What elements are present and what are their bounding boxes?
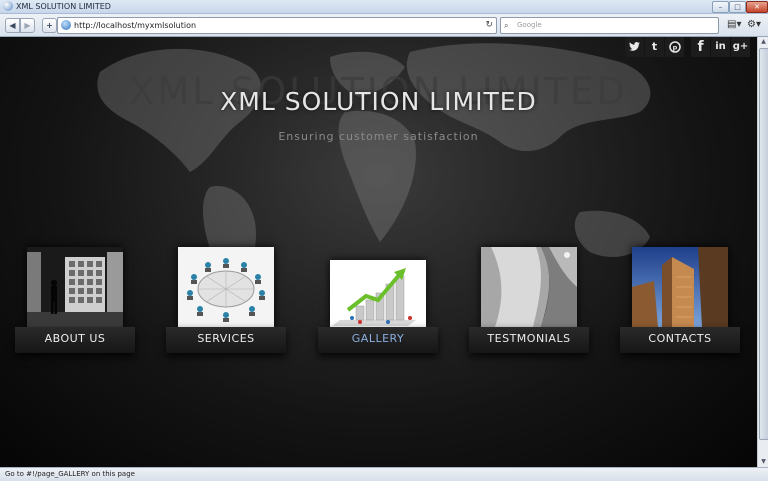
close-button[interactable]: ✕ xyxy=(746,1,768,13)
googleplus-icon[interactable]: g+ xyxy=(731,37,750,57)
add-button[interactable]: + xyxy=(42,18,57,33)
nav-tile-services[interactable]: SERVICES xyxy=(166,247,286,355)
window-title-bar: XML SOLUTION LIMITED – □ ✕ xyxy=(0,0,768,14)
scrollbar-thumb[interactable] xyxy=(759,48,768,440)
scroll-up-arrow[interactable]: ▲ xyxy=(758,37,768,47)
search-icon: ⌕ xyxy=(504,21,509,30)
scroll-down-arrow[interactable]: ▼ xyxy=(758,457,768,467)
site-tagline: Ensuring customer satisfaction xyxy=(278,130,479,143)
search-box[interactable]: ⌕ Google xyxy=(500,17,719,34)
browser-toolbar: ◀ ▶ + http://localhost/myxmlsolution ↻ ⌕… xyxy=(0,14,768,37)
nav-tile-gallery[interactable]: GALLERY xyxy=(318,247,438,355)
nav-tile-testmonials[interactable]: TESTMONIALS xyxy=(469,247,589,355)
pinterest-icon[interactable]: p xyxy=(665,37,684,57)
maximize-button[interactable]: □ xyxy=(729,1,746,13)
status-bar: Go to #!/page_GALLERY on this page xyxy=(0,467,768,481)
vertical-scrollbar[interactable]: ▲ ▼ xyxy=(757,37,768,467)
about-us-image[interactable] xyxy=(27,247,123,327)
reload-icon[interactable]: ↻ xyxy=(485,18,493,33)
forward-button[interactable]: ▶ xyxy=(20,18,35,33)
search-input[interactable]: Google xyxy=(517,18,542,33)
nav-label-testmonials[interactable]: TESTMONIALS xyxy=(469,332,589,345)
tumblr-icon[interactable]: t xyxy=(645,37,664,57)
nav-tile-about-us[interactable]: ABOUT US xyxy=(15,247,135,355)
testmonials-image[interactable] xyxy=(481,247,577,327)
twitter-icon[interactable] xyxy=(625,37,644,57)
address-bar[interactable]: http://localhost/myxmlsolution ↻ xyxy=(57,17,497,34)
minimize-button[interactable]: – xyxy=(712,1,729,13)
contacts-image[interactable] xyxy=(632,247,728,327)
nav-label-gallery[interactable]: GALLERY xyxy=(318,332,438,345)
back-button[interactable]: ◀ xyxy=(5,18,20,33)
page-menu-icon[interactable]: ▤▾ xyxy=(727,18,741,31)
tools-menu-icon[interactable]: ⚙▾ xyxy=(747,18,761,31)
window-title: XML SOLUTION LIMITED xyxy=(16,2,111,11)
nav-tile-contacts[interactable]: CONTACTS xyxy=(620,247,740,355)
site-title: XML SOLUTION LIMITED xyxy=(220,87,537,116)
nav-label-contacts[interactable]: CONTACTS xyxy=(620,332,740,345)
page-viewport: XML SOLUTION LIMITED XML SOLUTION LIMITE… xyxy=(0,37,757,467)
browser-app-icon xyxy=(3,1,13,11)
status-text: Go to #!/page_GALLERY on this page xyxy=(5,470,135,478)
linkedin-icon[interactable]: in xyxy=(711,37,730,57)
svg-text:p: p xyxy=(672,44,677,52)
globe-icon xyxy=(61,20,71,30)
gallery-image[interactable] xyxy=(330,260,426,327)
nav-label-services[interactable]: SERVICES xyxy=(166,332,286,345)
url-text[interactable]: http://localhost/myxmlsolution xyxy=(74,18,196,33)
services-image[interactable] xyxy=(178,247,274,327)
facebook-icon[interactable]: f xyxy=(691,37,710,57)
nav-label-about-us[interactable]: ABOUT US xyxy=(15,332,135,345)
